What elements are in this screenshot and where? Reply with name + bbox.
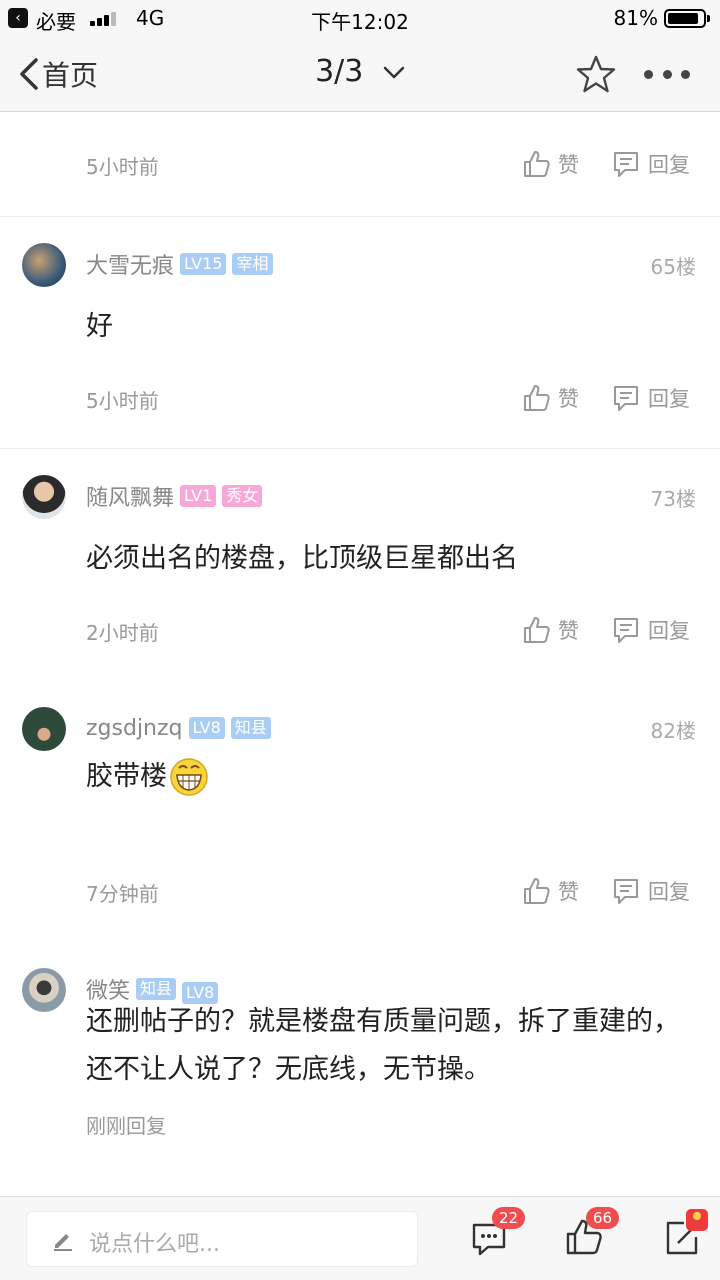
level-badge: LV8 bbox=[188, 717, 225, 739]
star-icon[interactable] bbox=[576, 54, 616, 94]
like-label: 赞 bbox=[558, 387, 579, 411]
comment-item: 微笑 知县 LV8 还删帖子的？就是楼盘有质量问题，拆了重建的，还不让人说了？无… bbox=[0, 942, 720, 1168]
reply-label: 回复 bbox=[648, 387, 690, 411]
username[interactable]: 大雪无痕 bbox=[86, 248, 174, 280]
reply-bubble-icon bbox=[614, 618, 638, 643]
page-indicator: 3/3 bbox=[315, 54, 364, 89]
avatar[interactable] bbox=[22, 243, 66, 287]
thumbs-up-icon bbox=[524, 151, 550, 177]
like-label: 赞 bbox=[558, 619, 579, 643]
avatar[interactable] bbox=[22, 968, 66, 1012]
reply-label: 回复 bbox=[648, 153, 690, 177]
thumbs-up-icon bbox=[524, 617, 550, 643]
title-badge: 知县 bbox=[230, 717, 271, 739]
comment-input[interactable]: 说点什么吧... bbox=[26, 1211, 418, 1267]
level-badge: LV1 bbox=[180, 485, 217, 507]
comment-text: 胶带楼 bbox=[86, 761, 167, 792]
thumbs-up-icon bbox=[524, 878, 550, 904]
floor-number: 73楼 bbox=[650, 487, 696, 511]
like-button[interactable]: 赞 bbox=[522, 876, 579, 906]
reply-bubble-icon bbox=[614, 879, 638, 904]
floor-number: 65楼 bbox=[650, 255, 696, 279]
bottom-bar: 说点什么吧... 22 66 bbox=[0, 1196, 720, 1280]
comment-fragment: 5小时前 赞 回复 bbox=[0, 113, 720, 217]
reply-bubble-icon bbox=[614, 152, 638, 177]
title-badge: 知县 bbox=[136, 978, 177, 1000]
like-button[interactable]: 赞 bbox=[522, 615, 579, 645]
comment-button[interactable]: 22 bbox=[470, 1207, 526, 1257]
status-bar: ‹ 必要 4G 下午12:02 81% bbox=[0, 0, 720, 36]
reply-button[interactable]: 回复 bbox=[612, 383, 690, 413]
user-row: 随风飘舞 LV1 秀女 bbox=[86, 481, 268, 511]
like-post-button[interactable]: 66 bbox=[564, 1207, 620, 1257]
reply-button[interactable]: 回复 bbox=[612, 876, 690, 906]
avatar[interactable] bbox=[22, 707, 66, 751]
share-button[interactable] bbox=[662, 1209, 708, 1257]
username[interactable]: zgsdjnzq bbox=[86, 716, 183, 741]
level-badge: LV15 bbox=[180, 253, 227, 275]
username[interactable]: 随风飘舞 bbox=[86, 480, 174, 512]
like-label: 赞 bbox=[558, 153, 579, 177]
reply-button[interactable]: 回复 bbox=[612, 149, 690, 179]
comment-meta: 5小时前 赞 回复 bbox=[0, 149, 720, 183]
more-icon[interactable] bbox=[644, 64, 690, 84]
comment-text: 好 bbox=[86, 311, 113, 342]
comment-text: 还删帖子的？就是楼盘有质量问题，拆了重建的，还不让人说了？无底线，无节操。 bbox=[86, 1006, 680, 1085]
like-button[interactable]: 赞 bbox=[522, 149, 579, 179]
reply-label: 回复 bbox=[648, 619, 690, 643]
comment-meta: 7分钟前 赞 回复 bbox=[0, 876, 720, 910]
nav-bar: 首页 3/3 bbox=[0, 36, 720, 112]
title-badge: 秀女 bbox=[222, 485, 263, 507]
comment-meta: 5小时前 赞 回复 bbox=[0, 383, 720, 417]
comment-item: zgsdjnzq LV8 知县 82楼 胶带楼 7分钟前 赞 回复 bbox=[0, 681, 720, 942]
comment-time: 5小时前 bbox=[86, 389, 159, 413]
comment-time: 7分钟前 bbox=[86, 882, 159, 906]
comment-list: 5小时前 赞 回复 大雪无痕 LV15 宰相 65楼 好 5小时前 赞 回复 随… bbox=[0, 113, 720, 1168]
comment-text-row: 胶带楼 bbox=[86, 753, 686, 801]
like-label: 赞 bbox=[558, 880, 579, 904]
comment-count-badge: 22 bbox=[492, 1207, 526, 1229]
pencil-icon bbox=[54, 1234, 72, 1251]
battery-icon bbox=[664, 9, 710, 28]
like-button[interactable]: 赞 bbox=[522, 383, 579, 413]
chevron-down-icon bbox=[383, 66, 405, 78]
floor-number: 82楼 bbox=[650, 719, 696, 743]
battery-percent: 81% bbox=[613, 6, 658, 30]
red-envelope-icon bbox=[686, 1209, 708, 1231]
comment-item: 大雪无痕 LV15 宰相 65楼 好 5小时前 赞 回复 bbox=[0, 217, 720, 449]
comment-time: 2小时前 bbox=[86, 621, 159, 645]
user-row: zgsdjnzq LV8 知县 bbox=[86, 713, 277, 743]
grinning-face-icon bbox=[170, 758, 208, 796]
comment-text: 必须出名的楼盘，比顶级巨星都出名 bbox=[86, 543, 518, 574]
status-time: 下午12:02 bbox=[311, 10, 409, 34]
comment-time: 5小时前 bbox=[86, 155, 159, 179]
thumbs-up-icon bbox=[524, 385, 550, 411]
avatar[interactable] bbox=[22, 475, 66, 519]
comment-meta: 2小时前 赞 回复 bbox=[0, 615, 720, 649]
comment-input-placeholder: 说点什么吧... bbox=[89, 1232, 220, 1257]
user-row: 大雪无痕 LV15 宰相 bbox=[86, 249, 279, 279]
reply-button[interactable]: 回复 bbox=[612, 615, 690, 645]
reply-label: 回复 bbox=[648, 880, 690, 904]
title-badge: 宰相 bbox=[232, 253, 273, 275]
comment-time: 刚刚回复 bbox=[86, 1114, 166, 1138]
reply-bubble-icon bbox=[614, 386, 638, 411]
like-count-badge: 66 bbox=[586, 1207, 620, 1229]
comment-item: 随风飘舞 LV1 秀女 73楼 必须出名的楼盘，比顶级巨星都出名 2小时前 赞 … bbox=[0, 449, 720, 681]
